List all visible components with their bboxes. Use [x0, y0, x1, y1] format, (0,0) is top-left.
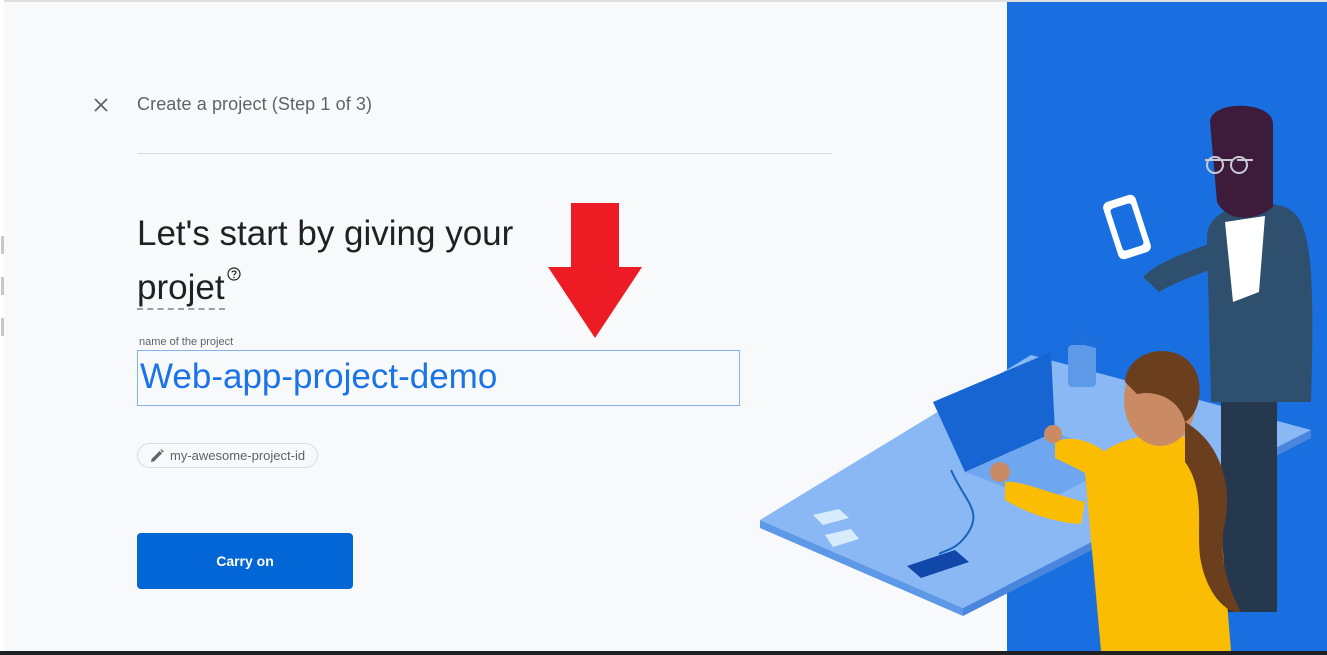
- header-divider: [137, 153, 832, 154]
- project-name-input[interactable]: [137, 350, 740, 406]
- project-name-label: name of the project: [139, 336, 234, 348]
- step-title: Create a project (Step 1 of 3): [137, 94, 373, 114]
- close-button[interactable]: [86, 90, 116, 120]
- project-id-text: my-awesome-project-id: [170, 448, 306, 463]
- carry-on-button[interactable]: Carry on: [137, 533, 353, 589]
- red-arrow-annotation: [548, 203, 642, 338]
- help-circle-icon[interactable]: [226, 267, 241, 281]
- headline-line1: Let's start by giving your: [137, 214, 514, 253]
- window-bottom-border: [0, 651, 1327, 655]
- headline-term[interactable]: projet: [137, 268, 225, 310]
- create-project-page: Create a project (Step 1 of 3) Let's sta…: [0, 0, 1327, 655]
- pencil-icon: [151, 448, 164, 462]
- page-headline: Let's start by giving your projet: [137, 207, 577, 315]
- close-icon: [94, 98, 108, 112]
- project-id-chip[interactable]: my-awesome-project-id: [137, 443, 319, 468]
- developers-illustration: [760, 2, 1327, 651]
